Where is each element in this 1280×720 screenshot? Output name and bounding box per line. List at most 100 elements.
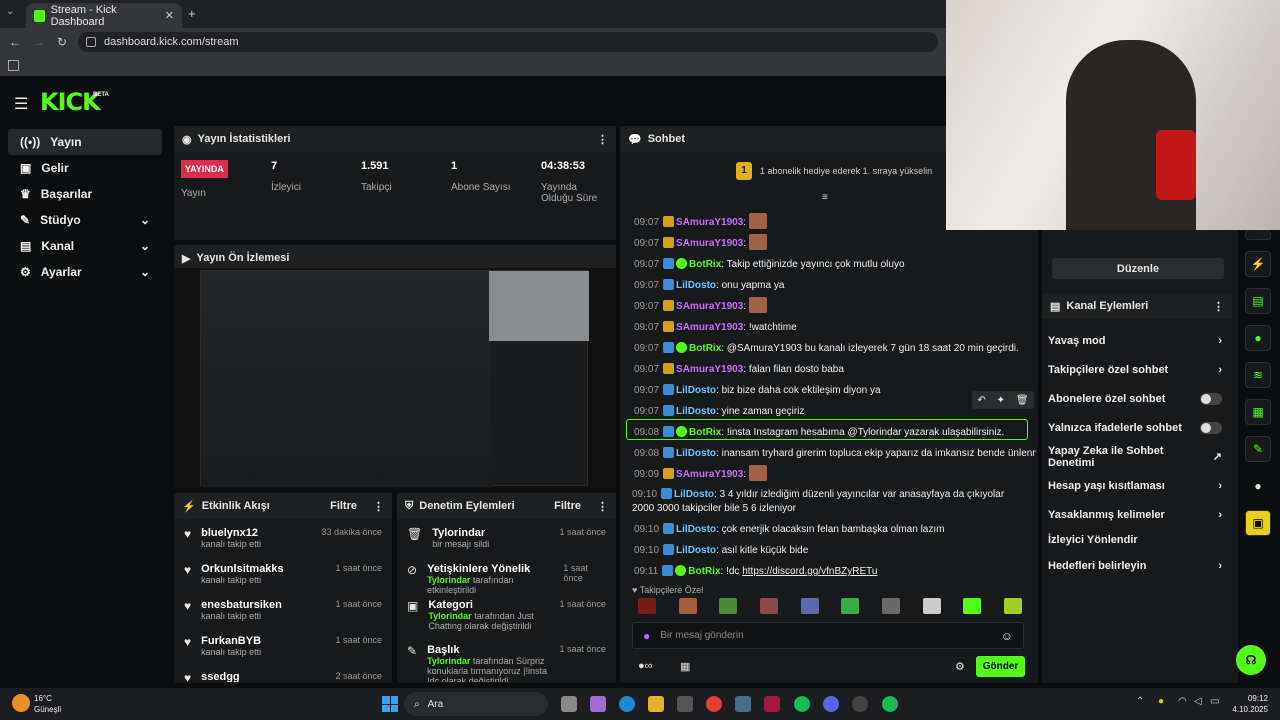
emoji-icon[interactable]: ☺ <box>1001 629 1013 643</box>
action-ai-moderation[interactable]: Yapay Zeka ile Sohbet Denetimi ↗ <box>1040 442 1230 471</box>
chat-message[interactable]: 09:11 BotRix: !dc https://discord.gg/vfnB… <box>620 561 1036 580</box>
chat-username[interactable]: LilDosto <box>674 489 714 500</box>
taskbar-search[interactable]: ⌕ Ara <box>404 692 548 716</box>
obs-icon[interactable] <box>852 696 868 712</box>
rail-top-button[interactable] <box>1245 230 1271 240</box>
more-icon[interactable]: ⋮ <box>373 500 384 513</box>
chat-message[interactable]: 09:10 LilDosto: asıl kitle küçük bide <box>620 540 1036 561</box>
emote-icon[interactable] <box>759 598 778 614</box>
tab-list-icon[interactable]: ⌄ <box>6 6 20 20</box>
mic-tray-icon[interactable]: ● <box>1158 696 1164 707</box>
action-banned-words[interactable]: Yasaklanmış kelimeler › <box>1040 500 1230 529</box>
reload-icon[interactable]: ↻ <box>57 35 67 49</box>
action-followers-only[interactable]: Takipçilere özel sohbet › <box>1040 355 1230 384</box>
clapper-icon[interactable]: ▣ <box>1245 510 1271 536</box>
chat-tools-icon[interactable]: ●∞ <box>638 660 653 672</box>
chat-username[interactable]: SAmuraY1903 <box>676 469 743 480</box>
subscribers-only-toggle[interactable] <box>1200 392 1222 405</box>
sidebar-item-basarilar[interactable]: ♛ Başarılar <box>8 181 162 207</box>
chat-message[interactable]: 09:07 SAmuraY1903: falan filan dosto baba <box>620 359 1036 380</box>
file-explorer-icon[interactable] <box>648 696 664 712</box>
discord-icon[interactable] <box>823 696 839 712</box>
chat-message[interactable]: 09:07 SAmuraY1903: <box>620 296 1036 317</box>
chat-username[interactable]: LilDosto <box>676 385 716 396</box>
more-icon[interactable]: ⋮ <box>597 500 608 513</box>
battery-icon[interactable]: ▭ <box>1210 696 1219 707</box>
chat-settings-icon[interactable]: ⚙ <box>955 660 965 673</box>
sidebar-item-ayarlar[interactable]: ⚙ Ayarlar ⌄ <box>8 259 162 285</box>
more-icon[interactable]: ⋮ <box>597 133 608 146</box>
app-icon[interactable] <box>735 696 751 712</box>
emote-icon[interactable] <box>719 598 738 614</box>
sidebar-item-yayin[interactable]: ((•)) Yayın <box>8 129 162 155</box>
broadcast-rail-icon[interactable]: ≋ <box>1245 362 1271 388</box>
sidebar-item-studyo[interactable]: ✎ Stüdyo ⌄ <box>8 207 162 233</box>
chat-message[interactable]: 09:07 BotRix: @SAmuraY1903 bu kanalı izle… <box>620 338 1036 359</box>
chat-username[interactable]: LilDosto <box>676 524 716 535</box>
sidebar-item-gelir[interactable]: ▣ Gelir <box>8 155 162 181</box>
action-account-age[interactable]: Hesap yaşı kısıtlaması › <box>1040 471 1230 500</box>
edit-button[interactable]: Düzenle <box>1052 258 1224 279</box>
browser-tab[interactable]: Stream - Kick Dashboard ✕ <box>26 3 182 28</box>
chat-username[interactable]: BotRix <box>689 259 721 270</box>
tray-expand-icon[interactable]: ⌃ <box>1136 696 1144 707</box>
chat-username[interactable]: LilDosto <box>676 448 716 459</box>
chat-username[interactable]: SAmuraY1903 <box>676 322 743 333</box>
store-app-icon[interactable] <box>677 696 693 712</box>
chat-username[interactable]: LilDosto <box>676 545 716 556</box>
url-bar[interactable]: dashboard.kick.com/stream <box>78 32 938 52</box>
chat-message[interactable]: 09:09 SAmuraY1903: <box>620 464 1036 485</box>
copilot-icon[interactable] <box>590 696 606 712</box>
emote-icon[interactable] <box>963 598 982 614</box>
chat-bubble-icon[interactable]: ● <box>1245 325 1271 351</box>
action-raid[interactable]: İzleyici Yönlendir <box>1040 529 1230 551</box>
chat-message[interactable]: 09:10 LilDosto: çok enerjik olacaksın fel… <box>620 519 1036 540</box>
emote-icon[interactable] <box>881 598 900 614</box>
reply-icon[interactable]: ↶ <box>977 395 985 406</box>
delete-icon[interactable]: 🗑 <box>1016 395 1029 406</box>
action-goals[interactable]: Hedefleri belirleyin › <box>1040 551 1230 580</box>
action-emotes-only[interactable]: Yalnızca ifadelerle sohbet <box>1040 413 1230 442</box>
emote-icon[interactable] <box>638 598 656 614</box>
store-icon[interactable]: ▦ <box>680 660 690 673</box>
message-link[interactable]: https://discord.gg/vfnBZyRETu <box>742 566 877 577</box>
chat-message[interactable]: 09:07 SAmuraY1903: <box>620 233 1036 254</box>
volume-icon[interactable]: ◁ <box>1194 696 1202 707</box>
windows-start-icon[interactable] <box>382 696 398 712</box>
apps-grid-icon[interactable] <box>8 60 19 71</box>
close-tab-icon[interactable]: ✕ <box>165 9 174 22</box>
chat-message[interactable]: 09:08 LilDosto: inansam tryhard girerim t… <box>620 443 1036 464</box>
chat-message[interactable]: 09:07 LilDosto: onu yapma ya <box>620 275 1036 296</box>
chrome-icon[interactable] <box>706 696 722 712</box>
emotes-only-toggle[interactable] <box>1200 421 1222 434</box>
apps-icon[interactable]: ● <box>1245 473 1271 499</box>
spotify-icon[interactable] <box>794 696 810 712</box>
spotify-icon[interactable] <box>882 696 898 712</box>
chat-input[interactable]: ● Bir mesaj gönderin ☺ <box>632 622 1024 649</box>
mic-icon[interactable]: ● <box>643 629 650 643</box>
activity-filter-button[interactable]: Filtre <box>330 500 357 512</box>
lightning-icon[interactable]: ⚡ <box>1245 251 1271 277</box>
emote-icon[interactable] <box>678 598 697 614</box>
weather-widget[interactable]: 16°C Güneşli <box>34 693 61 715</box>
sidebar-item-kanal[interactable]: ▤ Kanal ⌄ <box>8 233 162 259</box>
task-view-icon[interactable] <box>561 696 577 712</box>
menu-icon[interactable]: ☰ <box>14 94 28 114</box>
app-icon[interactable] <box>764 696 780 712</box>
kick-logo[interactable]: KICK <box>40 88 101 116</box>
chat-username[interactable]: BotRix <box>688 566 720 577</box>
emote-icon[interactable] <box>800 598 819 614</box>
wrench-icon[interactable]: ✎ <box>1245 436 1271 462</box>
send-button[interactable]: Gönder <box>976 656 1025 677</box>
chat-message[interactable]: 09:07 BotRix: Takip ettiğinizde yayıncı ç… <box>620 254 1036 275</box>
chat-username[interactable]: LilDosto <box>676 406 716 417</box>
forward-icon[interactable]: → <box>33 35 45 49</box>
emote-icon[interactable] <box>922 598 941 614</box>
new-tab-icon[interactable]: + <box>188 6 196 21</box>
layout-icon[interactable]: ▦ <box>1245 399 1271 425</box>
moderation-filter-button[interactable]: Filtre <box>554 500 581 512</box>
wifi-icon[interactable]: ◠ <box>1178 696 1187 707</box>
clock[interactable]: 09:12 4.10.2025 <box>1228 693 1268 715</box>
emote-icon[interactable] <box>1003 598 1022 614</box>
chat-message[interactable]: 09:10 LilDosto: 3 4 yıldır izlediğim düze… <box>620 485 1036 519</box>
